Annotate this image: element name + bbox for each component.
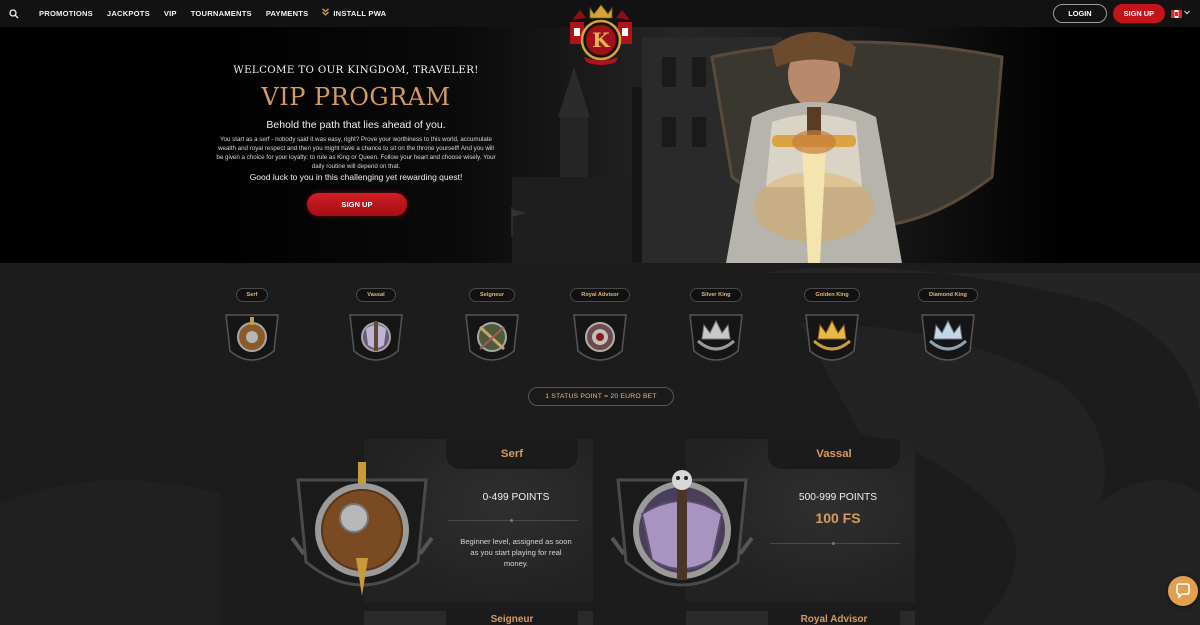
canada-flag-icon [1171, 9, 1182, 18]
card-description: Beginner level, assigned as soon as you … [460, 537, 572, 568]
nav-install-pwa[interactable]: INSTALL PWA [315, 0, 393, 27]
level-label: Golden King [804, 288, 860, 302]
shield-sword-icon[interactable] [286, 458, 438, 603]
level-label: Serf [235, 288, 269, 302]
nav-jackpots[interactable]: JACKPOTS [100, 0, 157, 27]
level-card-royal-advisor: Royal Advisor [686, 611, 915, 625]
casino-logo[interactable]: K [566, 2, 636, 68]
language-selector[interactable] [1171, 9, 1190, 18]
card-divider [448, 519, 578, 522]
level-label: Diamond King [918, 288, 978, 302]
card-title: Serf [446, 439, 578, 469]
nav-install-pwa-label: INSTALL PWA [333, 9, 387, 18]
level-golden-king[interactable]: Golden King [800, 283, 864, 367]
nav-tournaments[interactable]: TOURNAMENTS [184, 0, 259, 27]
diamond-crown-icon [921, 314, 975, 361]
hero-signup-button[interactable]: SIGN UP [307, 193, 407, 216]
card-reward: 100 FS [815, 510, 861, 526]
account-actions: LOGIN SIGN UP [1053, 4, 1190, 23]
level-silver-king[interactable]: Silver King [684, 283, 748, 367]
signup-button[interactable]: SIGN UP [1112, 4, 1165, 23]
main-nav: PROMOTIONS JACKPOTS VIP TOURNAMENTS PAYM… [32, 0, 393, 27]
card-divider [770, 542, 900, 545]
level-label: Seigneur [469, 288, 515, 302]
hero-description: You start as a serf - nobody said it was… [216, 136, 496, 171]
hero-welcome: WELCOME TO OUR KINGDOM, TRAVELER! [233, 65, 479, 76]
card-points: 500-999 POINTS [798, 492, 878, 503]
skull-axe-icon [349, 314, 403, 361]
card-points: 0-499 POINTS [482, 492, 550, 503]
double-chevron-down-icon [322, 0, 330, 27]
card-title: Seigneur [446, 611, 578, 625]
shield-sword-icon [225, 314, 279, 361]
nav-vip[interactable]: VIP [157, 0, 184, 27]
level-royal-advisor[interactable]: Royal Advisor [568, 283, 632, 367]
nav-payments[interactable]: PAYMENTS [259, 0, 316, 27]
nav-promotions[interactable]: PROMOTIONS [32, 0, 100, 27]
card-title: Royal Advisor [768, 611, 900, 625]
level-serf[interactable]: Serf [220, 283, 284, 367]
chevron-down-icon [1184, 10, 1190, 17]
level-vassal[interactable]: Vassal [344, 283, 408, 367]
search-icon[interactable] [0, 0, 28, 27]
level-seigneur[interactable]: Seigneur [460, 283, 524, 367]
level-label: Vassal [356, 288, 396, 302]
logo-letter: K [592, 28, 610, 52]
hero-goodluck: Good luck to you in this challenging yet… [249, 172, 463, 183]
hero-text: WELCOME TO OUR KINGDOM, TRAVELER! VIP PR… [214, 65, 498, 182]
golden-crown-icon [805, 314, 859, 361]
level-card-seigneur: Seigneur [364, 611, 593, 625]
skull-axe-icon[interactable] [606, 458, 758, 603]
level-diamond-king[interactable]: Diamond King [916, 283, 980, 367]
page-title: VIP PROGRAM [261, 83, 451, 111]
status-point-info: 1 STATUS POINT = 20 EURO BET [528, 387, 674, 406]
crossbow-icon [465, 314, 519, 361]
level-label: Royal Advisor [570, 288, 630, 302]
medallion-icon [573, 314, 627, 361]
silver-crown-icon [689, 314, 743, 361]
level-label: Silver King [690, 288, 742, 302]
hero-subtitle: Behold the path that lies ahead of you. [266, 119, 446, 131]
chat-bubble-icon[interactable] [1168, 576, 1198, 606]
card-title: Vassal [768, 439, 900, 469]
login-button[interactable]: LOGIN [1053, 4, 1107, 23]
